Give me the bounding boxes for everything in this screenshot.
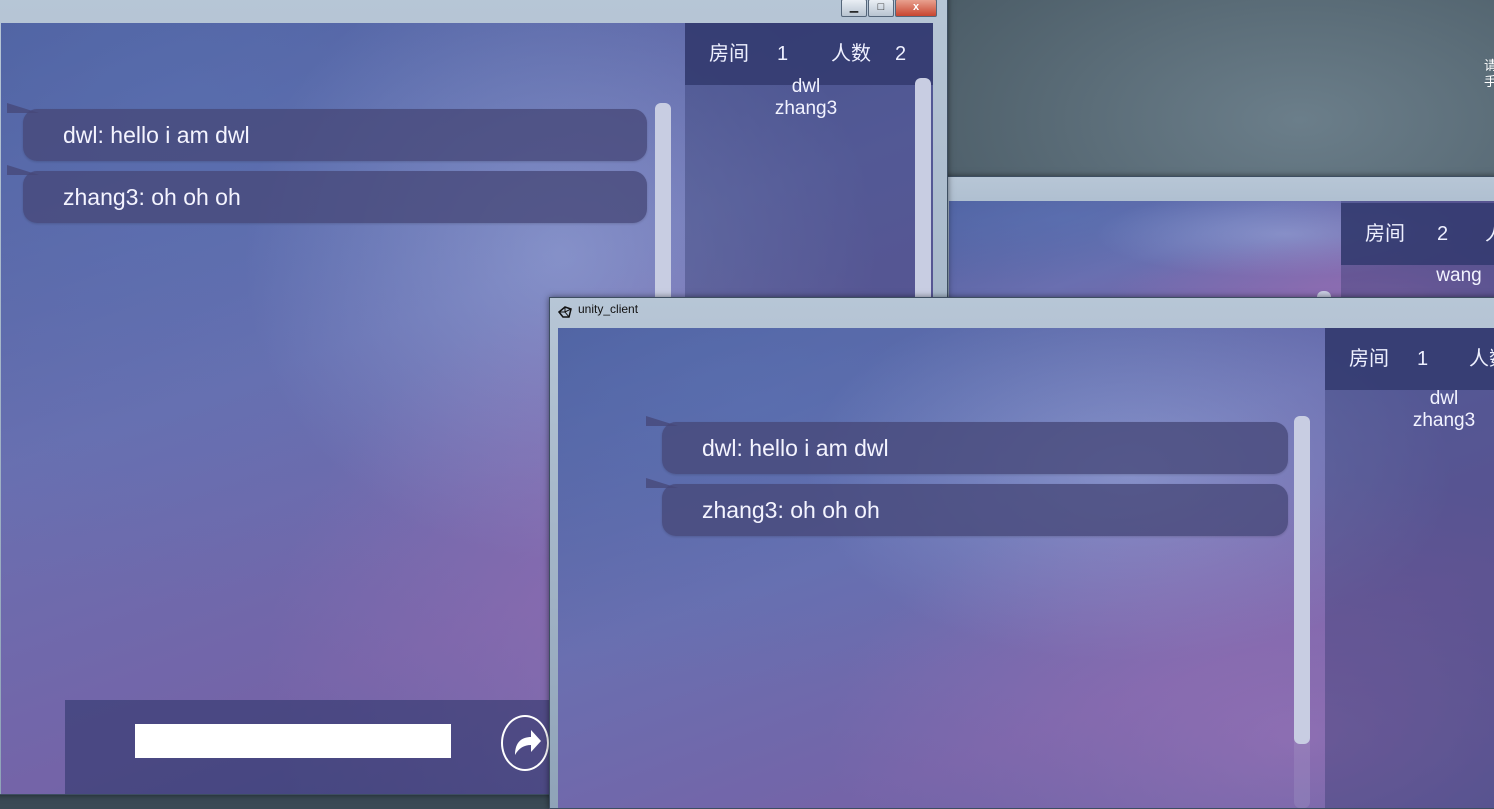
window-title: unity_client [578,302,639,316]
chat-message: zhang3: oh oh oh [7,165,647,223]
close-button[interactable]: x [895,0,937,17]
chat-scrollbar-thumb[interactable] [1294,416,1310,744]
room-header: 房间 1 人数 [1325,328,1494,390]
room-label: 房间 [1365,223,1405,245]
room-header: 房间 2 人 [1341,203,1494,265]
room-number: 2 [1437,223,1449,245]
minimize-button[interactable]: ▁ [841,0,867,17]
unity-logo-icon [557,305,572,318]
chat-input[interactable] [135,724,451,758]
user-list-item: dwl [1429,388,1459,409]
maximize-button[interactable]: □ [868,0,894,17]
user-list: dwl zhang3 [1394,388,1494,432]
room-label: 房间 [709,43,749,65]
game-view: 房间 1 人数 dwl zhang3 dwl: hello i am dwl z… [558,328,1494,808]
people-label: 人 [1485,203,1494,265]
room-label: 房间 [1349,348,1389,370]
people-label: 人数 [1469,348,1494,370]
send-arrow-icon [515,730,541,755]
user-list-item: wang [1436,265,1482,286]
room-number: 1 [1417,348,1429,370]
send-button[interactable] [501,715,549,771]
chat-message: zhang3: oh oh oh [646,478,1288,536]
client-window-unity-client: unity_client 房间 1 人数 dwl zhang3 dwl: hel… [549,297,1494,809]
user-list-item: zhang3 [1412,410,1476,431]
game-view: 房间 2 人 wang [949,201,1494,311]
user-list: dwl zhang3 [761,76,851,120]
chat-message: dwl: hello i am dwl [7,103,647,161]
user-list-item: dwl [791,76,821,97]
people-count: 2 [895,43,907,65]
desktop-edge-text: 请 手 [1484,58,1494,89]
chat-message: dwl: hello i am dwl [646,416,1288,474]
client-window-room-2: 房间 2 人 wang [942,176,1494,311]
user-list-item: zhang3 [774,98,838,119]
